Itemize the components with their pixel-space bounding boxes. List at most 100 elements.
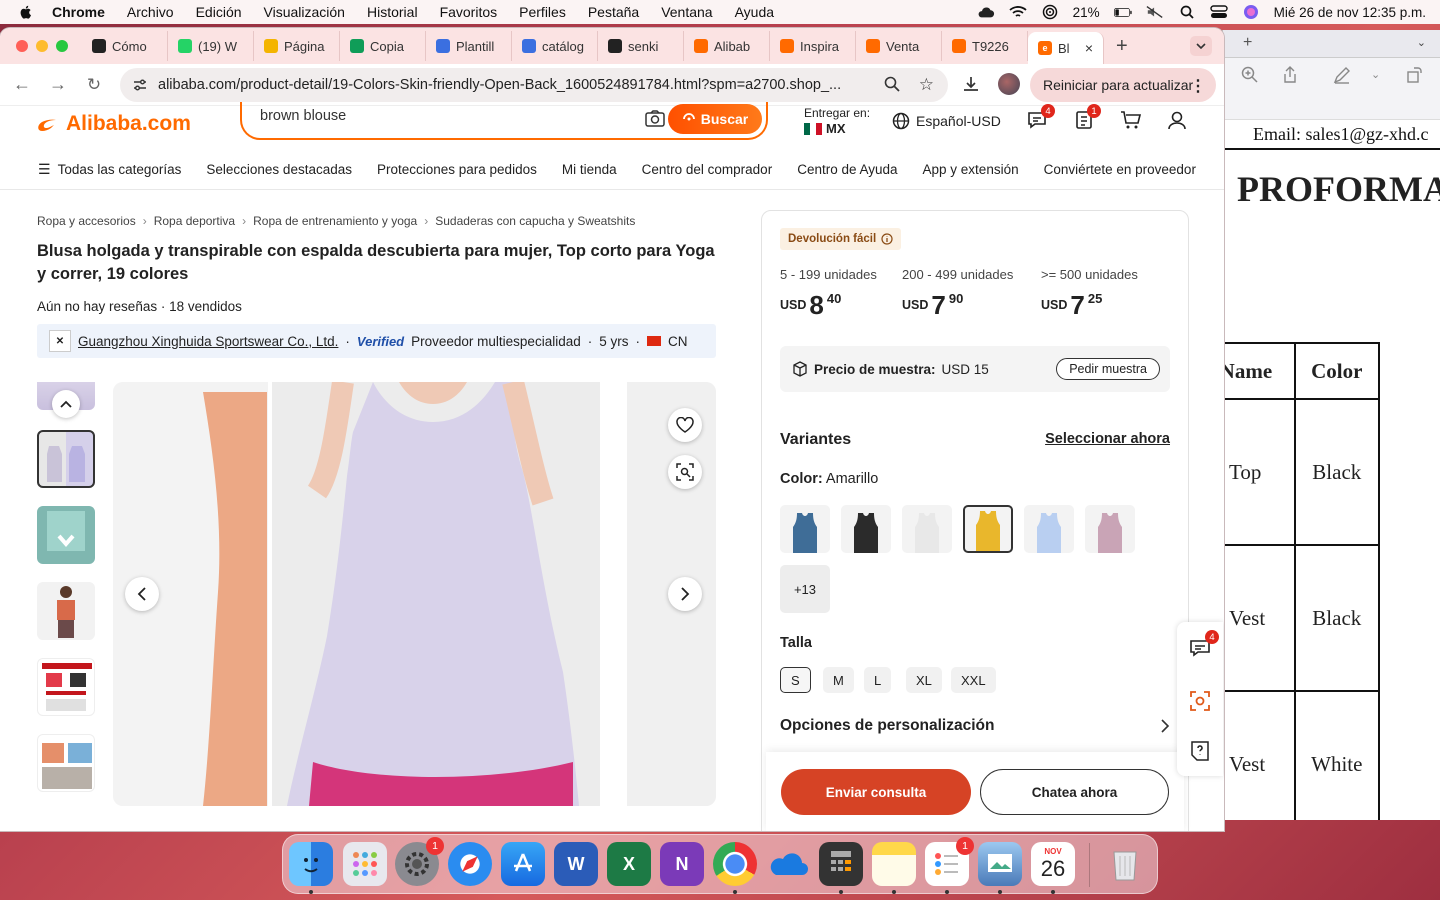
tab-2[interactable]: Página — [254, 31, 340, 61]
order-sample-button[interactable]: Pedir muestra — [1056, 358, 1160, 380]
catnav-my-store[interactable]: Mi tienda — [562, 162, 617, 177]
breadcrumb-item[interactable]: Ropa y accesorios — [37, 214, 136, 228]
site-settings-icon[interactable] — [132, 77, 148, 93]
all-categories-menu[interactable]: ☰ Todas las categorías — [38, 161, 181, 178]
url-text[interactable]: alibaba.com/product-detail/19-Colors-Ski… — [158, 77, 870, 93]
wifi-icon[interactable] — [1009, 5, 1027, 19]
reload-button[interactable]: ↻ — [76, 75, 112, 95]
catnav-featured[interactable]: Selecciones destacadas — [206, 162, 352, 177]
thumbnail[interactable] — [37, 506, 95, 564]
thumbnail[interactable] — [37, 582, 95, 640]
product-image-gallery[interactable] — [113, 382, 716, 806]
tab-5[interactable]: catálog — [512, 31, 598, 61]
maximize-window-button[interactable] — [56, 40, 68, 52]
clock[interactable]: Mié 26 de nov 12:35 p.m. — [1274, 5, 1426, 20]
color-swatch[interactable] — [780, 505, 830, 553]
visual-search-button[interactable] — [668, 455, 702, 489]
finder-icon[interactable] — [289, 842, 333, 886]
control-center-icon[interactable] — [1209, 5, 1228, 19]
close-tab-icon[interactable]: × — [1085, 40, 1093, 56]
excel-icon[interactable]: X — [607, 842, 651, 886]
tab-active[interactable]: e Bl × — [1028, 32, 1104, 64]
more-colors-button[interactable]: +13 — [780, 565, 830, 613]
breadcrumb-item[interactable]: Ropa de entrenamiento y yoga — [253, 214, 417, 228]
back-button[interactable]: ← — [4, 74, 40, 95]
color-swatch[interactable] — [902, 505, 952, 553]
orders-button[interactable]: 1 — [1075, 104, 1101, 135]
tab-8[interactable]: Inspira — [770, 31, 856, 61]
siri-icon[interactable] — [1242, 5, 1260, 19]
tab-6[interactable]: senki — [598, 31, 684, 61]
deliver-to[interactable]: Entregar en: MX — [804, 106, 870, 136]
battery-icon[interactable] — [1113, 5, 1132, 19]
catnav-app[interactable]: App y extensión — [923, 162, 1019, 177]
breadcrumb-item[interactable]: Sudaderas con capucha y Sweatshits — [435, 214, 635, 228]
minimize-window-button[interactable] — [36, 40, 48, 52]
system-settings-icon[interactable]: 1 — [395, 837, 444, 886]
image-search-icon[interactable] — [644, 109, 666, 129]
zoom-in-icon[interactable] — [1241, 66, 1259, 84]
size-option[interactable]: M — [823, 667, 854, 693]
tab-7[interactable]: Alibab — [684, 31, 770, 61]
cloud-sync-icon[interactable] — [977, 5, 995, 19]
cart-button[interactable] — [1120, 110, 1142, 135]
chat-now-button[interactable]: Chatea ahora — [980, 769, 1169, 815]
calculator-icon[interactable] — [819, 842, 863, 886]
menu-ayuda[interactable]: Ayuda — [735, 4, 774, 20]
thumbnail-selected[interactable] — [37, 430, 95, 488]
menu-historial[interactable]: Historial — [367, 4, 418, 20]
verified-badge[interactable]: Verified — [357, 334, 404, 349]
menu-app-chrome[interactable]: Chrome — [52, 4, 105, 20]
app-store-icon[interactable] — [501, 842, 545, 886]
zoom-icon[interactable] — [884, 76, 900, 92]
chevron-down-icon[interactable]: ⌄ — [1417, 36, 1426, 49]
address-bar[interactable]: alibaba.com/product-detail/19-Colors-Ski… — [120, 68, 948, 102]
chevron-right-icon[interactable] — [1160, 719, 1170, 733]
account-button[interactable] — [1167, 110, 1187, 135]
tab-10[interactable]: T9226 — [942, 31, 1028, 61]
preview-icon[interactable] — [978, 842, 1022, 886]
floating-feedback-button[interactable] — [1189, 740, 1211, 767]
forward-button[interactable]: → — [40, 74, 76, 95]
catnav-help-center[interactable]: Centro de Ayuda — [797, 162, 897, 177]
breadcrumb-item[interactable]: Ropa deportiva — [154, 214, 235, 228]
thumbnail[interactable] — [37, 658, 95, 716]
customization-options[interactable]: Opciones de personalización — [780, 717, 994, 735]
supplier-name[interactable]: Guangzhou Xinghuida Sportswear Co., Ltd. — [78, 334, 338, 349]
launchpad-icon[interactable] — [343, 842, 387, 886]
thumbnails-up-button[interactable] — [52, 390, 80, 418]
onenote-icon[interactable]: N — [660, 842, 704, 886]
menu-perfiles[interactable]: Perfiles — [519, 4, 566, 20]
color-swatch[interactable] — [963, 505, 1013, 553]
menu-visualizacion[interactable]: Visualización — [264, 4, 345, 20]
safari-icon[interactable] — [448, 842, 492, 886]
reminders-icon[interactable]: 1 — [925, 837, 974, 886]
floating-messages-button[interactable]: 4 — [1189, 630, 1219, 663]
menu-favoritos[interactable]: Favoritos — [440, 4, 498, 20]
supplier-logo[interactable]: ✕ — [49, 330, 71, 352]
color-swatch[interactable] — [841, 505, 891, 553]
menu-edicion[interactable]: Edición — [196, 4, 242, 20]
notes-icon[interactable] — [872, 842, 916, 886]
size-option[interactable]: S — [780, 667, 811, 693]
thumbnail[interactable] — [37, 734, 95, 792]
tab-4[interactable]: Plantill — [426, 31, 512, 61]
size-option[interactable]: XL — [906, 667, 942, 693]
download-icon[interactable] — [962, 75, 980, 93]
catnav-buyer-center[interactable]: Centro del comprador — [642, 162, 773, 177]
more-menu-icon[interactable]: ⋮ — [1190, 76, 1206, 96]
tab-1[interactable]: (19) W — [168, 31, 254, 61]
size-option[interactable]: L — [864, 667, 892, 693]
markup-dropdown-icon[interactable]: ⌄ — [1371, 68, 1380, 81]
tab-3[interactable]: Copia — [340, 31, 426, 61]
messages-button[interactable]: 4 — [1027, 104, 1055, 135]
search-input[interactable]: brown blouse — [260, 108, 346, 124]
word-icon[interactable]: W — [554, 842, 598, 886]
rotate-icon[interactable] — [1405, 66, 1423, 84]
info-icon[interactable] — [881, 233, 893, 245]
tab-search-button[interactable] — [1190, 36, 1212, 56]
language-selector[interactable]: Español-USD — [892, 112, 1001, 130]
calendar-icon[interactable]: NOV 26 — [1031, 842, 1075, 886]
favorite-button[interactable] — [668, 408, 702, 442]
menu-pestana[interactable]: Pestaña — [588, 4, 639, 20]
